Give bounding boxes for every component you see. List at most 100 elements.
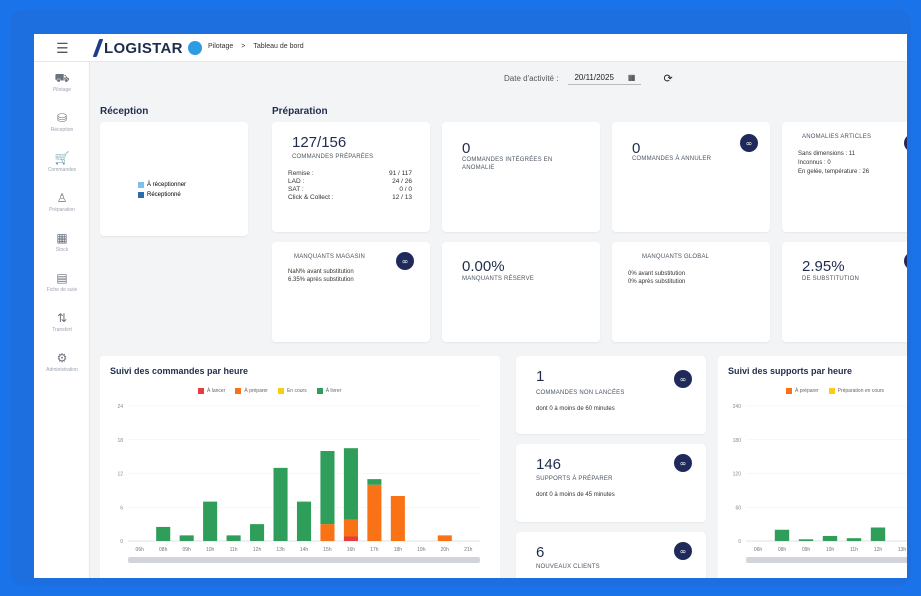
- missing-global-line: 0% avant substitution: [628, 271, 686, 277]
- y-tick-label: 24: [117, 404, 123, 410]
- substitution-card[interactable]: 2.95% DE SUBSTITUTION ∞: [782, 242, 907, 342]
- sidebar-item-label: Fiche de suivi: [46, 286, 78, 293]
- breakdown-value: 0 / 0: [399, 186, 412, 193]
- link-icon[interactable]: ∞: [740, 134, 758, 152]
- bar-segment: [226, 535, 241, 541]
- link-icon[interactable]: ∞: [904, 134, 907, 152]
- anomaly-line: En gelée, température : 26: [798, 169, 870, 175]
- date-label: Date d'activité :: [504, 74, 559, 83]
- y-tick-label: 180: [733, 438, 742, 444]
- y-tick-label: 0: [738, 539, 741, 545]
- link-icon[interactable]: ∞: [396, 252, 414, 270]
- alert-label: NOUVEAUX CLIENTS: [536, 564, 600, 570]
- calendar-icon[interactable]: ▦: [628, 73, 636, 82]
- breadcrumb-item: Tableau de bord: [253, 43, 304, 50]
- breadcrumb-item[interactable]: Pilotage: [208, 43, 233, 50]
- sidebar-item-transfert[interactable]: ⇅ Transfert: [34, 302, 90, 342]
- breakdown-value: 91 / 117: [388, 170, 412, 177]
- reception-card: À réceptionner Réceptionné: [100, 122, 248, 236]
- top-bar: ☰ LOGISTAR Pilotage > Tableau de bord: [34, 34, 907, 62]
- bar-segment: [774, 529, 790, 541]
- y-tick-label: 6: [120, 505, 123, 511]
- bar-segment: [798, 539, 814, 541]
- menu-icon[interactable]: ☰: [56, 41, 69, 57]
- x-tick-label: 16h: [347, 547, 356, 553]
- x-tick-label: 11h: [850, 547, 858, 553]
- refresh-icon[interactable]: ⟳: [663, 72, 672, 85]
- reception-legend: À réceptionner Réceptionné: [138, 182, 186, 198]
- logo[interactable]: LOGISTAR: [92, 37, 202, 59]
- missing-reserve-card[interactable]: 0.00% MANQUANTS RÉSERVE: [442, 242, 600, 342]
- truck-icon: ⛟: [54, 70, 70, 85]
- date-field[interactable]: 20/11/2025 ▦: [568, 73, 642, 85]
- to-cancel-label: COMMANDES À ANNULER: [632, 156, 712, 162]
- missing-reserve-label: MANQUANTS RÉSERVE: [462, 276, 534, 282]
- x-tick-label: 13h: [276, 547, 285, 553]
- legend-item: Réceptionné: [138, 192, 186, 198]
- reception-title: Réception: [100, 106, 149, 117]
- basket-icon: ⛁: [56, 110, 68, 125]
- alert-card-unlaunched[interactable]: 1 COMMANDES NON LANCÉES dont 0 à moins d…: [516, 356, 706, 434]
- to-cancel-value: 0: [632, 140, 641, 157]
- link-icon[interactable]: ∞: [674, 454, 692, 472]
- breakdown-key: Remise :: [288, 170, 314, 177]
- x-tick-label: 18h: [394, 547, 403, 553]
- link-icon[interactable]: ∞: [674, 542, 692, 560]
- breakdown-row: LAD : 24 / 26: [288, 178, 412, 186]
- missing-store-card[interactable]: MANQUANTS MAGASIN NaN% avant substitutio…: [272, 242, 430, 342]
- y-tick-label: 12: [117, 472, 123, 478]
- x-tick-label: 08h: [778, 547, 787, 553]
- orders-chart: 0 6 12 18 24 06h 08h 09h 10h 11h 12h 13h 14h 15h 16h 17…: [117, 404, 480, 563]
- sidebar: ⛟ Pilotage ⛁ Réception 🛒 Commandes ♙ Préparatio…: [34, 62, 90, 578]
- integrated-label: COMMANDES INTÉGRÉES EN ANOMALIE: [462, 157, 553, 171]
- x-tick-label: 20h: [441, 547, 450, 553]
- breakdown-key: LAD :: [288, 178, 305, 185]
- alert-card-new-clients[interactable]: 6 NOUVEAUX CLIENTS ∞: [516, 532, 706, 578]
- legend-swatch: [138, 182, 144, 188]
- sidebar-item-stock[interactable]: ▦ Stock: [34, 222, 90, 262]
- sidebar-item-pr-paration[interactable]: ♙ Préparation: [34, 182, 90, 222]
- integrated-value: 0: [462, 140, 471, 157]
- sidebar-item-administration[interactable]: ⚙ Administration: [34, 342, 90, 382]
- stock-icon: ▦: [56, 230, 68, 245]
- sidebar-item-commandes[interactable]: 🛒 Commandes: [34, 142, 90, 182]
- bar-segment: [343, 519, 358, 537]
- substitution-label: DE SUBSTITUTION: [802, 276, 860, 282]
- integrated-anomaly-card[interactable]: 0 COMMANDES INTÉGRÉES EN ANOMALIE: [442, 122, 600, 232]
- legend-label: À réceptionner: [147, 182, 187, 188]
- x-tick-label: 09h: [182, 547, 191, 553]
- bar-segment: [273, 467, 288, 541]
- x-tick-label: 10h: [826, 547, 835, 553]
- alert-value: 1: [536, 368, 545, 385]
- link-icon[interactable]: ∞: [674, 370, 692, 388]
- breakdown-key: SAT :: [288, 186, 304, 193]
- link-icon[interactable]: ∞: [904, 252, 907, 270]
- bar-segment: [203, 501, 218, 541]
- sidebar-item-pilotage[interactable]: ⛟ Pilotage: [34, 62, 90, 102]
- x-tick-label: 06h: [136, 547, 145, 553]
- anomalies-card[interactable]: ANOMALIES ARTICLES Sans dimensions : 11 …: [782, 122, 907, 232]
- bar-segment: [320, 524, 335, 541]
- bar-segment: [343, 448, 358, 520]
- alert-card-supports[interactable]: 146 SUPPORTS À PRÉPARER dont 0 à moins d…: [516, 444, 706, 522]
- x-tick-label: 17h: [370, 547, 379, 553]
- prepared-orders-card[interactable]: 127/156 COMMANDES PRÉPARÉES Remise : 91 /…: [272, 122, 430, 232]
- breakdown-value: 12 / 13: [392, 194, 412, 201]
- x-tick-label: 21h: [464, 547, 473, 553]
- to-cancel-card[interactable]: 0 COMMANDES À ANNULER ∞: [612, 122, 770, 232]
- breakdown-row: SAT : 0 / 0: [288, 186, 412, 194]
- missing-global-card[interactable]: MANQUANTS GLOBAL 0% avant substitution 0…: [612, 242, 770, 342]
- sidebar-item-fiche-de-suivi[interactable]: ▤ Fiche de suivi: [34, 262, 90, 302]
- sidebar-item-r-ception[interactable]: ⛁ Réception: [34, 102, 90, 142]
- missing-store-lines: NaN% avant substitution 6.35% après subs…: [288, 268, 354, 284]
- alert-note: dont 0 à moins de 45 minutes: [536, 492, 615, 498]
- bar-segment: [250, 524, 265, 541]
- x-tick-label: 11h: [230, 547, 238, 553]
- arrows-icon: ⇅: [56, 310, 68, 325]
- anomalies-title: ANOMALIES ARTICLES: [802, 134, 872, 140]
- legend-label: Réceptionné: [147, 192, 181, 198]
- missing-store-line: 6.35% après substitution: [288, 277, 354, 283]
- legend-item: À réceptionner: [138, 182, 186, 188]
- x-tick-label: 10h: [206, 547, 215, 553]
- breakdown-row: Remise : 91 / 117: [288, 170, 412, 178]
